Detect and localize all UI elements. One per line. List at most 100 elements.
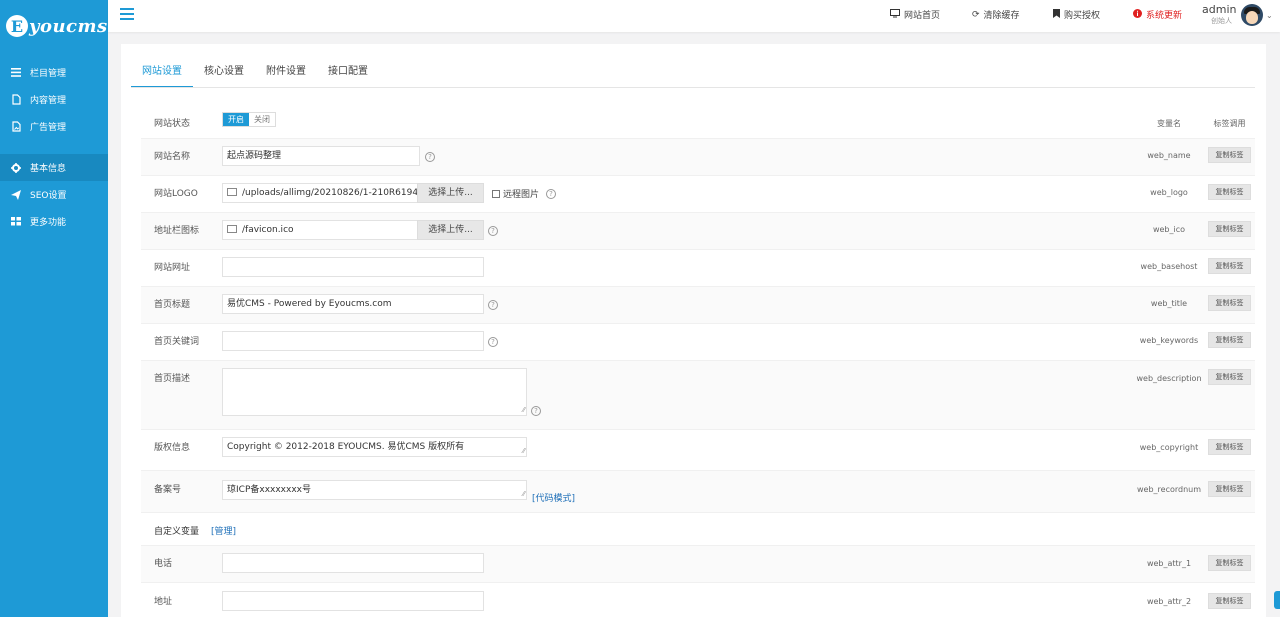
field-label: 地址 <box>154 597 173 607</box>
copy-tag-button[interactable]: 复制标签 <box>1208 555 1251 571</box>
custom-variables-label: 自定义变量 <box>154 527 200 537</box>
resize-handle-icon[interactable]: ⁄⁄ <box>523 407 525 414</box>
sidebar-item-ads[interactable]: 广告管理 <box>0 113 108 140</box>
help-icon[interactable]: ? <box>531 406 541 416</box>
phone-input[interactable] <box>222 553 484 573</box>
copy-tag-button[interactable]: 复制标签 <box>1208 295 1251 311</box>
help-icon[interactable]: ? <box>488 226 498 236</box>
custom-variables-header: 自定义变量 [管理] <box>141 513 1255 546</box>
form-row-web-description: 首页描述 ⁄⁄ ? web_description 复制标签 <box>141 361 1255 430</box>
scroll-top-button[interactable] <box>1274 591 1280 609</box>
field-label: 首页描述 <box>154 374 191 384</box>
logo-upload-button[interactable]: 选择上传... <box>417 183 484 203</box>
home-keywords-input[interactable] <box>222 331 484 351</box>
sidebar: E youcms 栏目管理 内容管理 广告管理 基本信息 SEO设置 更多功能 <box>0 0 108 617</box>
help-icon[interactable]: ? <box>488 300 498 310</box>
form-row-web-recordnum: 备案号 琼ICP备xxxxxxxx号 ⁄⁄ [代码模式] web_recordnu… <box>141 471 1255 513</box>
var-name: web_recordnum <box>1136 485 1202 494</box>
system-update-link[interactable]: 系统更新 <box>1133 8 1182 21</box>
menu-toggle-icon[interactable] <box>120 8 134 20</box>
remote-image-checkbox[interactable]: 远程图片 <box>492 187 539 200</box>
copy-tag-button[interactable]: 复制标签 <box>1208 147 1251 163</box>
form-row-web-copyright: 版权信息 Copyright © 2012-2018 EYOUCMS. 易优CM… <box>141 430 1255 471</box>
info-icon <box>1133 8 1142 21</box>
sidebar-item-label: 内容管理 <box>30 96 67 106</box>
site-home-link[interactable]: 网站首页 <box>890 8 940 21</box>
status-off-button[interactable]: 关闭 <box>249 113 275 126</box>
avatar[interactable] <box>1241 4 1263 26</box>
tab-interface-config[interactable]: 接口配置 <box>317 62 379 88</box>
tab-bar: 网站设置 核心设置 附件设置 接口配置 <box>131 62 379 88</box>
site-name-input[interactable]: 起点源码整理 <box>222 146 420 166</box>
form-row-web-basehost: 网站网址 web_basehost 复制标签 <box>141 250 1255 287</box>
tab-site-settings[interactable]: 网站设置 <box>131 62 193 88</box>
field-label: 版权信息 <box>154 443 191 453</box>
field-label: 网站状态 <box>154 119 191 129</box>
form-row-web-ico: 地址栏图标 /favicon.ico 选择上传... ? web_ico 复制标… <box>141 213 1255 250</box>
sidebar-item-label: 更多功能 <box>30 218 67 228</box>
field-label: 网站LOGO <box>154 189 198 199</box>
field-label: 网站名称 <box>154 152 191 162</box>
send-icon <box>11 189 21 200</box>
logo-text: youcms <box>29 15 108 37</box>
sidebar-item-more[interactable]: 更多功能 <box>0 208 108 235</box>
var-name: web_attr_2 <box>1146 597 1192 606</box>
tab-core-settings[interactable]: 核心设置 <box>193 62 255 88</box>
logo-path-input[interactable]: /uploads/allimg/20210826/1-210R6194K9 <box>222 183 418 203</box>
address-input[interactable] <box>222 591 484 611</box>
sidebar-item-basic-info[interactable]: 基本信息 <box>0 154 108 181</box>
help-icon[interactable]: ? <box>488 337 498 347</box>
sidebar-item-columns[interactable]: 栏目管理 <box>0 59 108 86</box>
code-mode-link[interactable]: [代码模式] <box>532 491 575 504</box>
var-name: web_logo <box>1150 188 1188 197</box>
form-row-status: 网站状态 开启 关闭 变量名 标签调用 <box>141 108 1255 139</box>
sidebar-item-label: SEO设置 <box>30 191 67 201</box>
monitor-icon <box>890 8 900 21</box>
resize-handle-icon[interactable]: ⁄⁄ <box>523 491 525 498</box>
document-icon <box>11 94 21 105</box>
sidebar-item-content[interactable]: 内容管理 <box>0 86 108 113</box>
copy-tag-button[interactable]: 复制标签 <box>1208 593 1251 609</box>
var-name: web_attr_1 <box>1146 559 1192 568</box>
copy-tag-button[interactable]: 复制标签 <box>1208 332 1251 348</box>
settings-panel: 网站设置 核心设置 附件设置 接口配置 网站状态 开启 关闭 变量名 标签调用 … <box>121 44 1266 617</box>
status-on-button[interactable]: 开启 <box>223 113 249 126</box>
var-name: web_keywords <box>1139 336 1199 345</box>
chevron-down-icon[interactable]: ⌄ <box>1266 11 1273 20</box>
copy-tag-button[interactable]: 复制标签 <box>1208 369 1251 385</box>
manage-custom-variables-link[interactable]: [管理] <box>211 524 236 537</box>
grid-icon <box>11 217 21 227</box>
copy-tag-button[interactable]: 复制标签 <box>1208 184 1251 200</box>
copy-tag-button[interactable]: 复制标签 <box>1208 439 1251 455</box>
copy-tag-button[interactable]: 复制标签 <box>1208 481 1251 497</box>
var-name: web_basehost <box>1140 262 1198 271</box>
copy-tag-button[interactable]: 复制标签 <box>1208 221 1251 237</box>
copy-tag-button[interactable]: 复制标签 <box>1208 258 1251 274</box>
help-icon[interactable]: ? <box>425 152 435 162</box>
copyright-textarea[interactable]: Copyright © 2012-2018 EYOUCMS. 易优CMS 版权所… <box>222 437 527 457</box>
buy-license-link[interactable]: 购买授权 <box>1053 8 1100 21</box>
user-name: admin <box>1202 3 1237 16</box>
form-row-web-name: 网站名称 起点源码整理 ? web_name 复制标签 <box>141 139 1255 176</box>
image-doc-icon <box>11 121 21 132</box>
record-number-textarea[interactable]: 琼ICP备xxxxxxxx号 ⁄⁄ <box>222 480 527 500</box>
clear-cache-link[interactable]: ⟳ 清除缓存 <box>972 8 1020 22</box>
favicon-path-input[interactable]: /favicon.ico <box>222 220 418 240</box>
site-url-input[interactable] <box>222 257 484 277</box>
favicon-upload-button[interactable]: 选择上传... <box>417 220 484 240</box>
home-description-textarea[interactable]: ⁄⁄ <box>222 368 527 416</box>
user-info[interactable]: admin 创始人 <box>1202 3 1237 26</box>
logo[interactable]: E youcms <box>6 12 108 40</box>
form-row-web-keywords: 首页关键词 ? web_keywords 复制标签 <box>141 324 1255 361</box>
sidebar-item-seo[interactable]: SEO设置 <box>0 181 108 208</box>
home-title-input[interactable]: 易优CMS - Powered by Eyoucms.com <box>222 294 484 314</box>
field-label: 电话 <box>154 559 173 569</box>
var-name: web_ico <box>1152 225 1186 234</box>
help-icon[interactable]: ? <box>546 189 556 199</box>
var-name: web_title <box>1150 299 1188 308</box>
tab-attachment-settings[interactable]: 附件设置 <box>255 62 317 88</box>
sidebar-item-label: 栏目管理 <box>30 69 67 79</box>
resize-handle-icon[interactable]: ⁄⁄ <box>523 448 525 455</box>
checkbox-box[interactable] <box>492 189 500 198</box>
field-label: 首页标题 <box>154 300 191 310</box>
